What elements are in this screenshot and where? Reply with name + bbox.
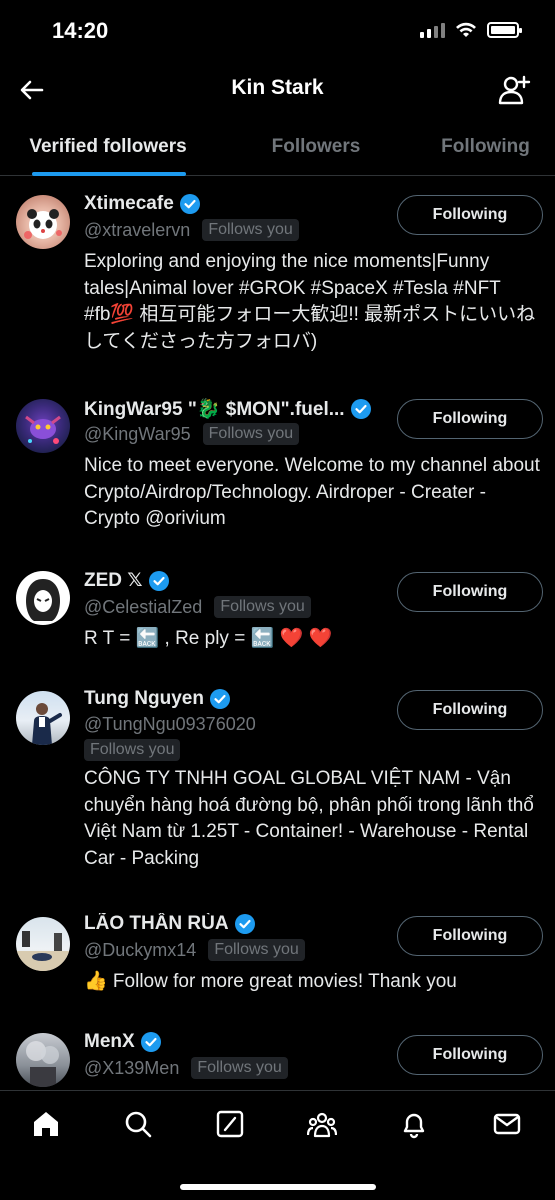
verified-badge-icon (350, 399, 371, 419)
panda-avatar-image (24, 209, 62, 239)
battery-icon (487, 22, 522, 38)
add-user-icon[interactable] (497, 73, 531, 107)
display-name: Tung Nguyen (84, 688, 204, 709)
status-time: 14:20 (52, 18, 109, 43)
notifications-icon[interactable] (399, 1109, 429, 1139)
name-row: LÃO THẦN RÙA (84, 913, 255, 935)
display-name: LÃO THẦN RÙA (84, 913, 229, 934)
tab-followers[interactable]: Followers (216, 118, 416, 176)
display-name: MenX (84, 1031, 135, 1052)
messages-icon[interactable] (492, 1109, 522, 1139)
status-bar: 14:20 (0, 0, 555, 62)
search-icon[interactable] (123, 1109, 153, 1139)
user-handle: @TungNgu09376020 (84, 714, 256, 734)
tab-label: Following (441, 136, 530, 157)
bottom-nav (0, 1090, 555, 1200)
follower-list: Xtimecafe @xtravelervn Follows you Follo… (0, 177, 555, 1090)
avatar[interactable] (16, 1033, 70, 1087)
avatar[interactable] (16, 399, 70, 453)
active-tab-indicator (32, 172, 186, 176)
avatar[interactable] (16, 917, 70, 971)
user-bio: 👍 Follow for more great movies! Thank yo… (84, 971, 457, 992)
user-handle: @CelestialZed (84, 596, 203, 617)
user-bio: R T = 🔙 , Re ply = 🔙 ❤️ ❤️ (84, 628, 333, 649)
handle-row: @xtravelervn Follows you (84, 219, 299, 241)
home-icon[interactable] (31, 1109, 61, 1139)
list-item[interactable]: ZED 𝕏 @CelestialZed Follows you Followin… (0, 555, 555, 675)
following-button[interactable]: Following (397, 572, 543, 612)
following-button[interactable]: Following (397, 1035, 543, 1075)
following-button[interactable]: Following (397, 195, 543, 235)
tab-label: Verified followers (29, 136, 187, 157)
user-handle: @KingWar95 (84, 423, 191, 444)
user-bio: Exploring and enjoying the nice moments|… (84, 251, 536, 352)
hooded-figure-avatar-image (26, 579, 60, 621)
follows-you-badge: Follows you (84, 739, 181, 761)
verified-badge-icon (209, 689, 230, 709)
dragon-avatar-image (25, 415, 61, 444)
person-photo-avatar-image (32, 703, 62, 745)
header: Kin Stark (0, 62, 555, 118)
tab-following[interactable]: Following (416, 118, 555, 176)
tab-verified-followers[interactable]: Verified followers (0, 118, 216, 176)
handle-row: @KingWar95 Follows you (84, 423, 300, 445)
follows-you-badge: Follows you (214, 596, 311, 618)
tab-label: Followers (271, 136, 361, 157)
home-indicator (180, 1184, 376, 1190)
handle-row: @X139Men Follows you (84, 1057, 288, 1079)
name-row: Tung Nguyen (84, 688, 230, 710)
verified-badge-icon (140, 1032, 161, 1052)
beach-photo-avatar-image (16, 931, 70, 971)
avatar[interactable] (16, 571, 70, 625)
following-button[interactable]: Following (397, 916, 543, 956)
user-bio: Nice to meet everyone. Welcome to my cha… (84, 455, 540, 529)
verified-badge-icon (234, 914, 255, 934)
user-bio: CÔNG TY TNHH GOAL GLOBAL VIỆT NAM - Vận … (84, 768, 534, 869)
list-item[interactable]: MenX @X139Men Follows you Following (0, 1027, 555, 1090)
follows-you-badge: Follows you (208, 939, 305, 961)
name-row: ZED 𝕏 (84, 569, 169, 592)
avatar[interactable] (16, 691, 70, 745)
status-icons (420, 22, 522, 38)
wifi-icon (456, 22, 476, 37)
smoke-photo-avatar-image (26, 1041, 59, 1087)
communities-icon[interactable] (307, 1109, 337, 1139)
name-row: KingWar95 "🐉 $MON".fuel... (84, 397, 371, 421)
list-item[interactable]: Xtimecafe @xtravelervn Follows you Follo… (0, 177, 555, 381)
list-item[interactable]: Tung Nguyen @TungNgu09376020 Follows you… (0, 675, 555, 907)
name-row: Xtimecafe (84, 193, 200, 215)
tab-bar: Verified followers Followers Following (0, 118, 555, 176)
display-name: Xtimecafe (84, 193, 174, 214)
handle-row: @TungNgu09376020 (84, 714, 256, 735)
grok-icon[interactable] (215, 1109, 245, 1139)
cellular-signal-icon (420, 22, 445, 38)
user-handle: @Duckymx14 (84, 939, 197, 960)
verified-badge-icon (148, 570, 169, 591)
display-name: ZED 𝕏 (84, 570, 143, 591)
follows-you-badge: Follows you (202, 423, 300, 445)
avatar[interactable] (16, 195, 70, 249)
list-item[interactable]: LÃO THẦN RÙA @Duckymx14 Follows you Foll… (0, 907, 555, 1027)
user-handle: @xtravelervn (84, 219, 191, 240)
handle-row: @CelestialZed Follows you (84, 596, 311, 618)
user-handle: @X139Men (84, 1057, 180, 1078)
follows-you-badge: Follows you (202, 219, 299, 241)
following-button[interactable]: Following (397, 399, 543, 439)
following-button[interactable]: Following (397, 690, 543, 730)
display-name: KingWar95 "🐉 $MON".fuel... (84, 399, 345, 420)
page-title: Kin Stark (231, 76, 324, 99)
follows-you-badge: Follows you (191, 1057, 288, 1079)
list-item[interactable]: KingWar95 "🐉 $MON".fuel... @KingWar95 Fo… (0, 381, 555, 555)
verified-badge-icon (179, 194, 200, 214)
handle-row: @Duckymx14 Follows you (84, 939, 305, 961)
name-row: MenX (84, 1031, 161, 1053)
